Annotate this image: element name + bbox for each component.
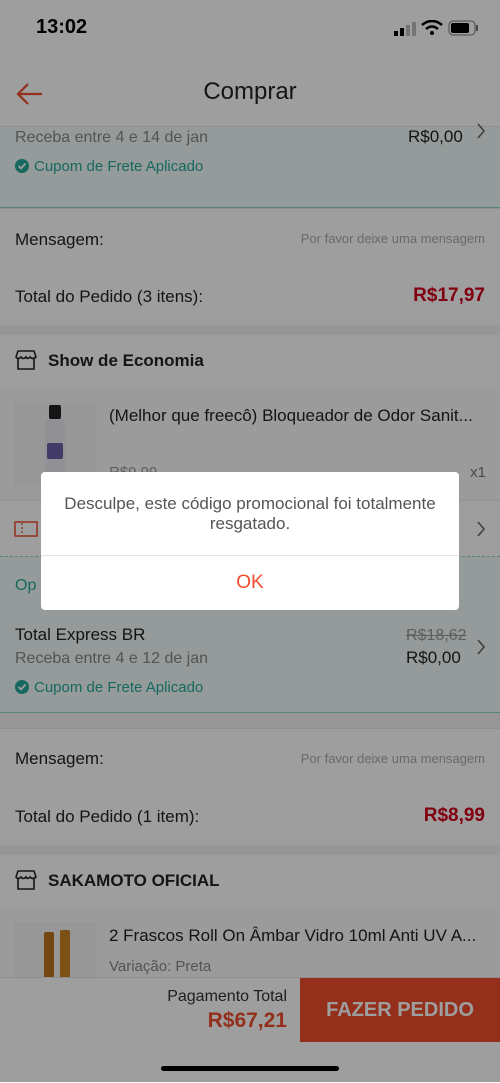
home-indicator [161,1066,339,1071]
alert-dialog: Desculpe, este código promocional foi to… [41,472,459,610]
dialog-message: Desculpe, este código promocional foi to… [64,494,436,533]
ok-button[interactable]: OK [41,556,459,610]
